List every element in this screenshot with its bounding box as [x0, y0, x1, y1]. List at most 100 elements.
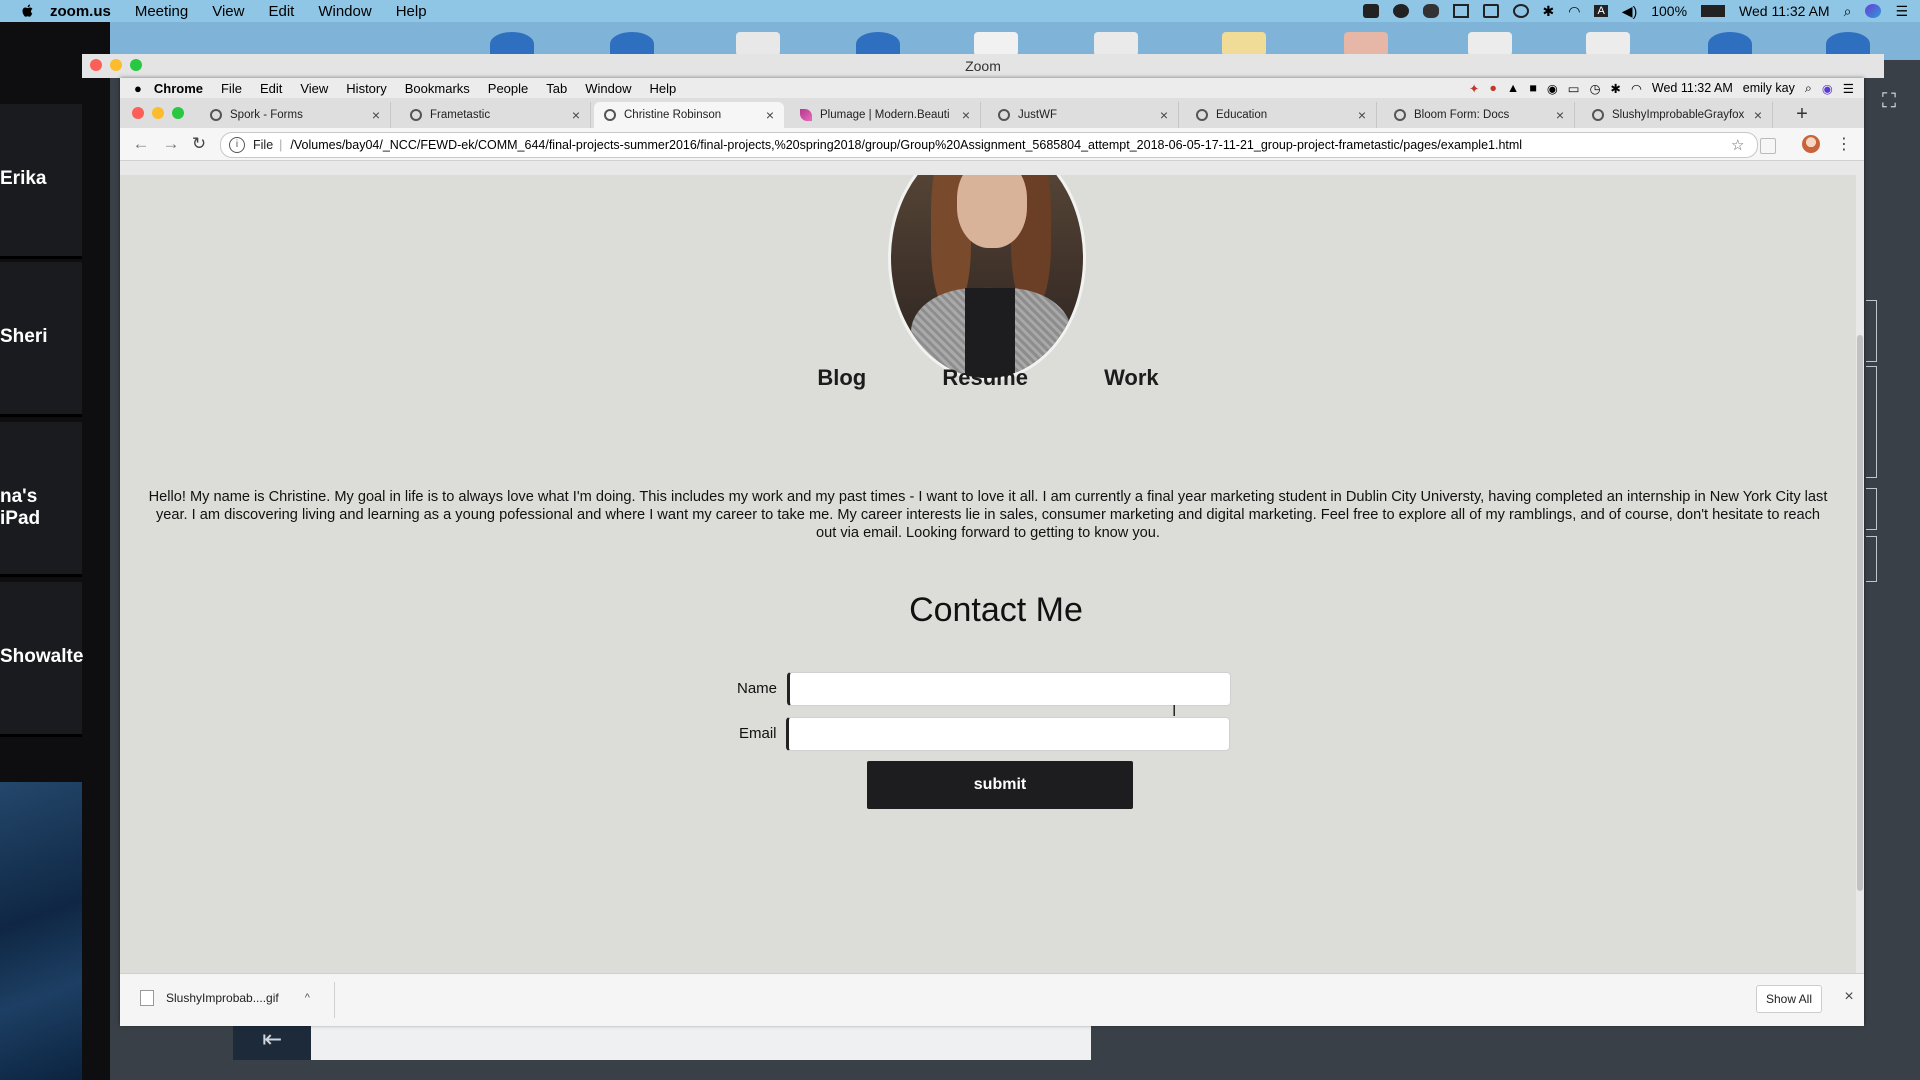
creative-cloud-icon[interactable] — [1422, 4, 1439, 18]
desktop-file-icon[interactable] — [1586, 32, 1630, 56]
menu-window[interactable]: Window — [318, 3, 371, 20]
info-icon[interactable]: i — [229, 137, 245, 153]
dropbox-icon[interactable]: ✦ — [1469, 81, 1479, 96]
menu-meeting[interactable]: Meeting — [135, 3, 188, 20]
name-input[interactable] — [787, 672, 1231, 706]
bookmark-star-icon[interactable]: ☆ — [1731, 136, 1749, 154]
volume-icon[interactable]: ◀︎) — [1622, 3, 1637, 20]
nav-link-resume[interactable]: Resume — [942, 365, 1028, 391]
battery-icon[interactable] — [1701, 5, 1726, 17]
keyboard-layout-icon[interactable]: A — [1594, 5, 1608, 17]
tab-justwf[interactable]: JustWF × — [988, 102, 1179, 128]
creative-cloud-icon[interactable]: ● — [1489, 81, 1497, 95]
new-tab-button[interactable]: + — [1790, 102, 1814, 126]
mac-clock[interactable]: Wed 11:32 AM — [1739, 3, 1830, 19]
siri-icon[interactable] — [1865, 4, 1882, 18]
user-name[interactable]: emily kay — [1743, 81, 1795, 95]
minimize-window-icon[interactable] — [110, 59, 122, 71]
menu-app-name[interactable]: zoom.us — [50, 3, 111, 20]
minimize-window-icon[interactable] — [152, 107, 164, 119]
close-tab-icon[interactable]: × — [368, 107, 384, 123]
spotlight-icon[interactable]: ⌕ — [1805, 81, 1812, 96]
chrome-clock[interactable]: Wed 11:32 AM — [1652, 81, 1733, 95]
notification-center-icon[interactable]: ☰ — [1895, 3, 1908, 20]
drive-icon[interactable] — [1452, 4, 1469, 18]
zoom-status-icon[interactable] — [1362, 4, 1379, 18]
tab-slushy-grayfox[interactable]: SlushyImprobableGrayfox × — [1582, 102, 1773, 128]
spotify-icon[interactable]: ◉ — [1547, 81, 1558, 96]
nav-link-blog[interactable]: Blog — [817, 365, 866, 391]
camera-icon[interactable]: ■ — [1529, 81, 1537, 95]
airplay-icon[interactable] — [1482, 4, 1499, 18]
notification-center-icon[interactable]: ☰ — [1843, 81, 1854, 96]
wifi-icon[interactable]: ◠ — [1631, 81, 1642, 96]
reload-icon[interactable]: ↻ — [188, 133, 210, 155]
tab-education[interactable]: Education × — [1186, 102, 1377, 128]
menu-people[interactable]: People — [488, 81, 528, 96]
maximize-window-icon[interactable] — [130, 59, 142, 71]
scrollbar-thumb[interactable] — [1857, 335, 1863, 891]
close-tab-icon[interactable]: × — [1552, 107, 1568, 123]
desktop-file-icon[interactable] — [490, 32, 534, 56]
tab-christine-robinson[interactable]: Christine Robinson × — [594, 102, 784, 128]
desktop-file-icon[interactable] — [1468, 32, 1512, 56]
url-text[interactable]: /Volumes/bay04/_NCC/FEWD-ek/COMM_644/fin… — [290, 138, 1731, 152]
airplay-icon[interactable]: ▭ — [1568, 81, 1580, 96]
drive-icon[interactable]: ▲ — [1507, 81, 1519, 95]
menu-history[interactable]: History — [346, 81, 386, 96]
close-icon[interactable]: × — [1840, 988, 1858, 1006]
show-all-button[interactable]: Show All — [1756, 985, 1822, 1013]
desktop-file-icon[interactable] — [974, 32, 1018, 56]
close-window-icon[interactable] — [132, 107, 144, 119]
menu-chrome[interactable]: Chrome — [154, 81, 203, 96]
desktop-file-icon[interactable] — [856, 32, 900, 56]
desktop-file-icon[interactable] — [1094, 32, 1138, 56]
bluetooth-icon[interactable]: ✱ — [1611, 81, 1621, 96]
desktop-file-icon[interactable] — [736, 32, 780, 56]
forward-arrow-icon[interactable]: → — [160, 133, 182, 155]
menu-edit[interactable]: Edit — [268, 3, 294, 20]
close-tab-icon[interactable]: × — [1750, 107, 1766, 123]
menu-help[interactable]: Help — [649, 81, 676, 96]
tab-frametastic[interactable]: Frametastic × — [400, 102, 591, 128]
apple-menu-icon[interactable] — [20, 3, 36, 19]
page-scrollbar[interactable] — [1856, 175, 1864, 973]
spotlight-icon[interactable]: ⌕ — [1844, 3, 1852, 20]
desktop-file-icon[interactable] — [610, 32, 654, 56]
address-bar[interactable]: i File | /Volumes/bay04/_NCC/FEWD-ek/COM… — [220, 132, 1758, 158]
exit-fullscreen-icon[interactable]: ⛶ — [1882, 90, 1906, 114]
email-input[interactable] — [786, 717, 1230, 751]
time-machine-icon[interactable]: ◷ — [1590, 81, 1601, 96]
chevron-up-icon[interactable]: ^ — [305, 992, 310, 1004]
close-tab-icon[interactable]: × — [958, 107, 974, 123]
siri-icon[interactable]: ◉ — [1822, 81, 1833, 96]
menu-bookmarks[interactable]: Bookmarks — [405, 81, 470, 96]
tab-plumage[interactable]: Plumage | Modern.Beauti × — [790, 102, 981, 128]
extension-icon[interactable] — [1760, 138, 1776, 154]
menu-view[interactable]: View — [300, 81, 328, 96]
desktop-file-icon[interactable] — [1826, 32, 1870, 56]
submit-button[interactable]: submit — [867, 761, 1133, 809]
menu-help[interactable]: Help — [396, 3, 427, 20]
participant-tile[interactable]: na's iPad — [0, 422, 82, 577]
bluetooth-icon[interactable]: ✱ — [1543, 3, 1555, 20]
maximize-window-icon[interactable] — [172, 107, 184, 119]
download-item[interactable]: SlushyImprobab....gif ^ — [140, 990, 310, 1006]
back-arrow-icon[interactable]: ← — [130, 133, 152, 155]
chat-bubble-icon[interactable] — [1392, 4, 1409, 18]
participant-tile[interactable]: Sheri — [0, 262, 82, 417]
profile-avatar[interactable] — [1802, 135, 1820, 153]
menu-window[interactable]: Window — [585, 81, 631, 96]
close-tab-icon[interactable]: × — [762, 107, 778, 123]
chrome-menu-icon[interactable]: ⋮ — [1836, 134, 1852, 154]
tab-bloom-form[interactable]: Bloom Form: Docs × — [1384, 102, 1575, 128]
close-tab-icon[interactable]: × — [1354, 107, 1370, 123]
desktop-file-icon[interactable] — [1344, 32, 1388, 56]
menu-file[interactable]: File — [221, 81, 242, 96]
participant-tile[interactable]: Showalte — [0, 582, 83, 737]
close-tab-icon[interactable]: × — [1156, 107, 1172, 123]
desktop-file-icon[interactable] — [1708, 32, 1752, 56]
menu-tab[interactable]: Tab — [546, 81, 567, 96]
nav-link-work[interactable]: Work — [1104, 365, 1159, 391]
collapse-panel-icon[interactable]: ⇤ — [233, 1020, 311, 1060]
